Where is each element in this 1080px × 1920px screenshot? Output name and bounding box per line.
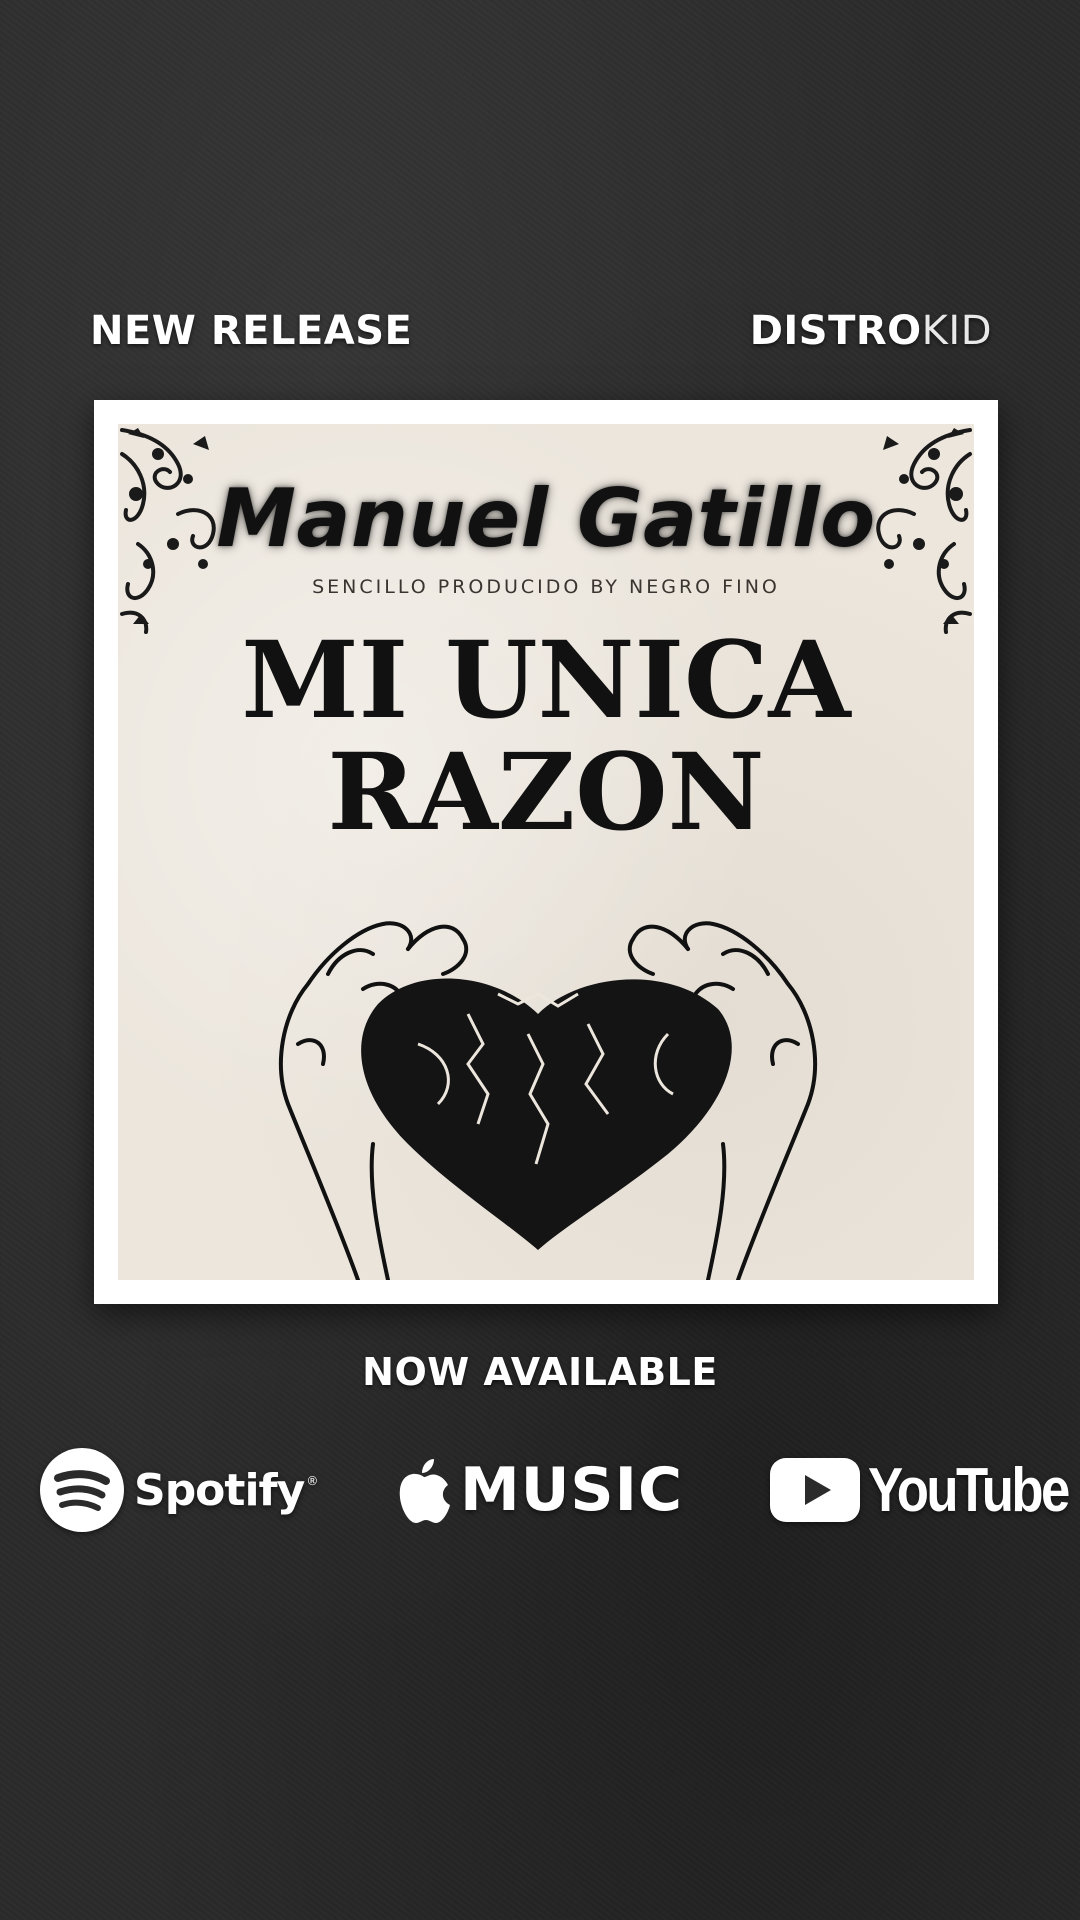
album-cover-art: Manuel Gatillo SENCILLO PRODUCIDO BY NEG… [118,424,974,1280]
youtube-play-icon [770,1458,860,1522]
apple-music-label: MUSIC [460,1455,683,1525]
youtube-link[interactable]: YouTube [770,1440,1080,1540]
song-title: MI UNICA RAZON [118,624,974,848]
streaming-platforms: Spotify ® MUSIC YouTube [0,1440,1080,1540]
distrokid-logo-bold: DISTRO [749,308,922,354]
spotify-registered-mark: ® [306,1474,319,1488]
album-cover-frame: Manuel Gatillo SENCILLO PRODUCIDO BY NEG… [94,400,998,1304]
apple-icon [399,1459,450,1523]
song-title-line-1: MI UNICA [241,617,851,742]
torn-heart-hands-illustration [278,921,818,1280]
new-release-label: NEW RELEASE [90,308,413,354]
distrokid-logo-light: KID [921,308,992,354]
spotify-icon [40,1448,124,1532]
apple-music-link[interactable]: MUSIC [396,1440,683,1540]
song-title-line-2: RAZON [327,729,765,854]
top-bar: NEW RELEASE DISTROKID [90,308,992,364]
spotify-link[interactable]: Spotify ® [40,1440,318,1540]
distrokid-logo: DISTROKID [750,308,992,354]
artist-name: Manuel Gatillo [216,472,876,565]
producer-credit: SENCILLO PRODUCIDO BY NEGRO FINO [312,576,780,598]
spotify-label: Spotify [134,1464,305,1516]
youtube-label: YouTube [868,1455,1070,1525]
now-available-label: NOW AVAILABLE [362,1350,718,1394]
